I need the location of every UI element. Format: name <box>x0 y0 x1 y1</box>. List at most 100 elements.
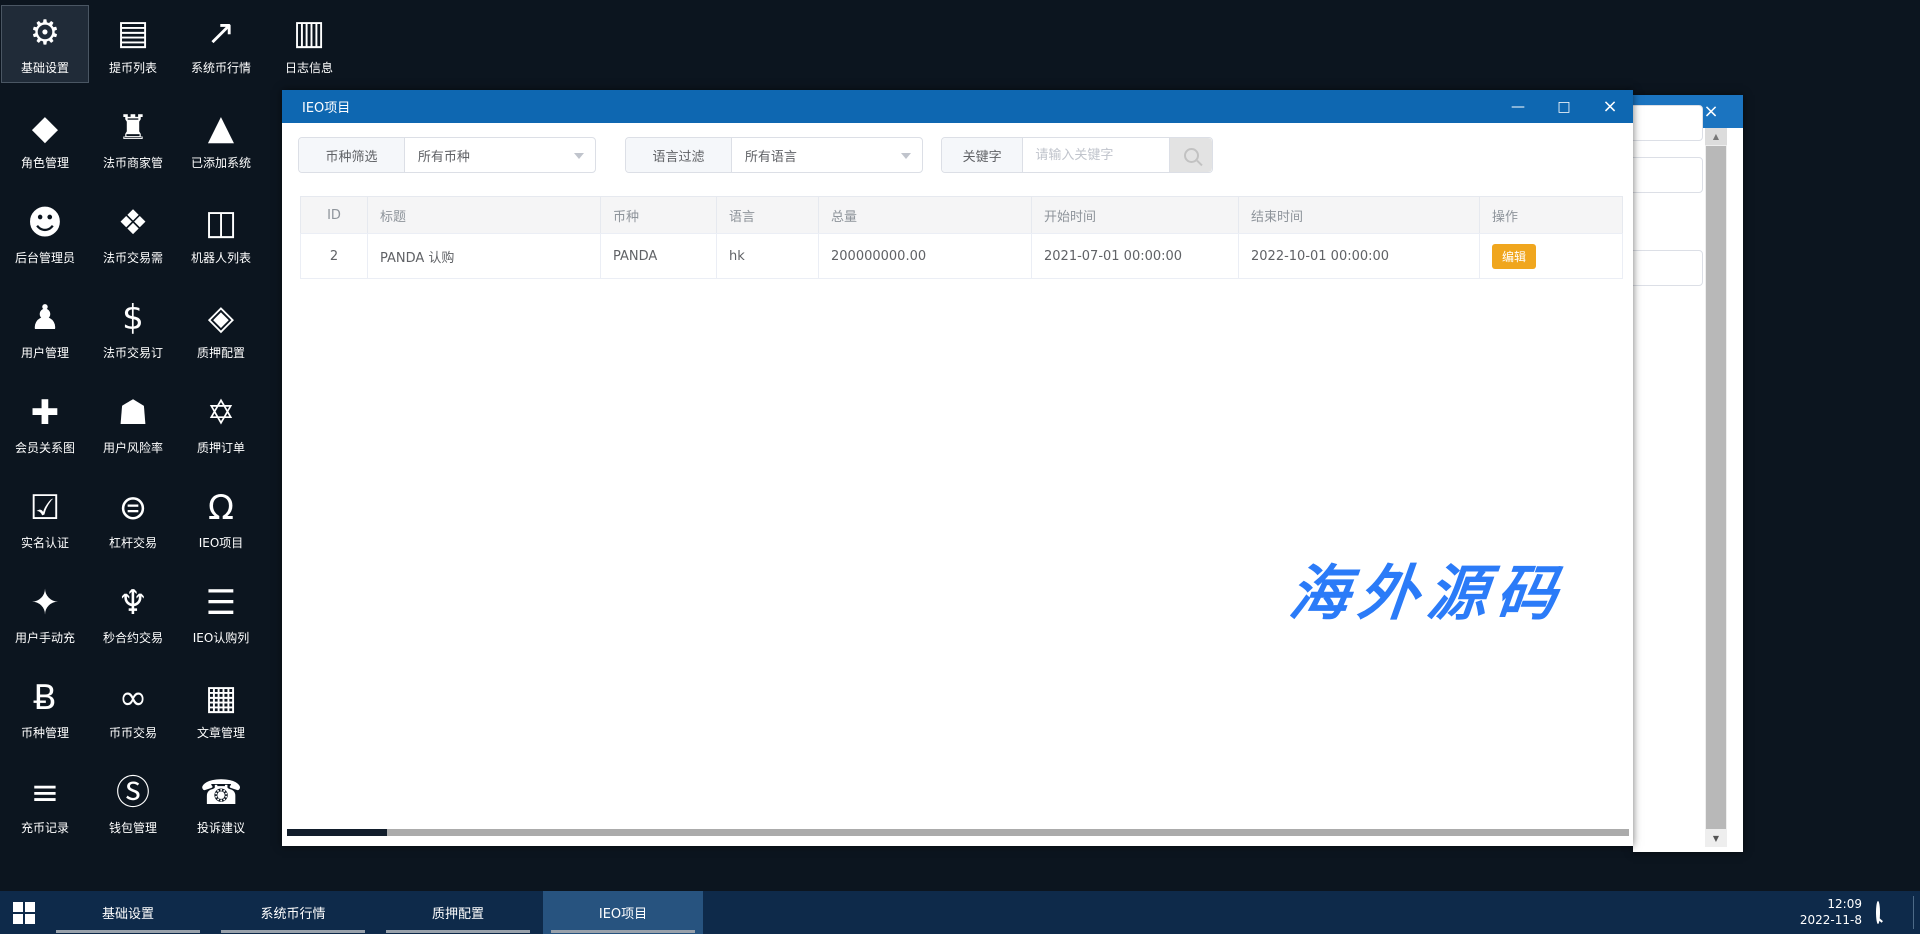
taskbar-item-基础设置[interactable]: 基础设置 <box>48 891 208 934</box>
cube-icon: ◈ <box>207 298 235 338</box>
bank-icon: ♜ <box>117 108 149 148</box>
desktop-icon-label: IEO项目 <box>198 536 244 550</box>
titlebar[interactable]: IEO项目 — □ × <box>282 90 1633 123</box>
desktop-icon-label: IEO认购列 <box>192 631 250 645</box>
table-cell: 2 <box>300 233 368 278</box>
column-header: 结束时间 <box>1239 196 1480 233</box>
table-cell: hk <box>717 233 819 278</box>
bg-form-field[interactable] <box>1625 105 1703 141</box>
filter-bar: 币种筛选 所有币种 语言过滤 所有语言 关键字 <box>298 137 1213 173</box>
minimize-button[interactable]: — <box>1495 90 1541 123</box>
desktop-icon-fiat-trade-demand[interactable]: ❖ 法币交易需 <box>90 196 176 272</box>
desktop-icon-pledge-config[interactable]: ◈ 质押配置 <box>178 291 264 367</box>
search-button[interactable] <box>1169 138 1212 172</box>
edit-button[interactable]: 编辑 <box>1492 243 1537 269</box>
table-row: 2 PANDA 认购 PANDA hk 200000000.00 2021-07-01 0… <box>300 233 1623 278</box>
dollar-icon: $ <box>122 298 144 338</box>
desktop-icon-admin-manager[interactable]: ☻ 后台管理员 <box>2 196 88 272</box>
taskbar-item-indicator <box>56 930 200 933</box>
desktop-icon-label: 杠杆交易 <box>108 536 157 550</box>
start-button[interactable] <box>0 891 48 934</box>
desktop-icon-log-info[interactable]: ▥ 日志信息 <box>266 6 352 82</box>
search-icon <box>1183 147 1199 163</box>
desktop-icon-basic-settings[interactable]: ⚙ 基础设置 <box>1 5 89 83</box>
user-circle-icon: ☻ <box>27 203 63 243</box>
desktop-icon-user-risk-rate[interactable]: ☗ 用户风险率 <box>90 386 176 462</box>
line-chart-icon: ↗ <box>206 13 236 53</box>
hscroll-dark-segment <box>287 829 387 836</box>
desktop-icon-leverage-trade[interactable]: ⊜ 杠杆交易 <box>90 481 176 557</box>
desktop-icon-pledge-order[interactable]: ✡ 质押订单 <box>178 386 264 462</box>
shield-icon: ☗ <box>117 393 149 433</box>
taskbar-item-label: 系统币行情 <box>260 907 326 922</box>
bank-card-icon: ▤ <box>116 13 150 53</box>
bg-form-field[interactable] <box>1625 250 1703 286</box>
ieo-project-window: IEO项目 — □ × 币种筛选 所有币种 语言过滤 所有语言 关键字 请输入关… <box>282 90 1633 846</box>
desktop-icon-complaint-suggestion[interactable]: ☎ 投诉建议 <box>178 766 264 842</box>
emblem-icon: ♆ <box>117 583 149 623</box>
desktop-icon-withdraw-list[interactable]: ▤ 提币列表 <box>90 6 176 82</box>
list-icon: ☰ <box>205 583 237 623</box>
desktop-icon-wallet-management[interactable]: Ⓢ 钱包管理 <box>90 766 176 842</box>
taskbar-item-indicator <box>551 930 695 933</box>
diamond-icon: ❖ <box>117 203 149 243</box>
language-filter-label: 语言过滤 <box>626 138 732 172</box>
horizontal-scrollbar[interactable] <box>282 828 1633 837</box>
desktop-icon-user-manual-recharge[interactable]: ✦ 用户手动充 <box>2 576 88 652</box>
clock-time: 12:09 <box>1827 897 1862 911</box>
desktop-icon-role-management[interactable]: ◆ 角色管理 <box>2 101 88 177</box>
mastercard-icon: ∞ <box>118 678 148 718</box>
scrollbar-thumb[interactable] <box>1706 146 1726 829</box>
hscroll-thumb[interactable] <box>387 829 1629 836</box>
column-header: 语言 <box>717 196 819 233</box>
clock-date: 2022-11-8 <box>1799 913 1862 927</box>
taskbar-item-系统币行情[interactable]: 系统币行情 <box>213 891 373 934</box>
taskbar-item-质押配置[interactable]: 质押配置 <box>378 891 538 934</box>
desktop-icon-label: 会员关系图 <box>14 441 75 455</box>
maximize-button[interactable]: □ <box>1541 90 1587 123</box>
desktop-icon-member-relation-graph[interactable]: ✚ 会员关系图 <box>2 386 88 462</box>
desktop-icon-fiat-merchant-management[interactable]: ♜ 法币商家管 <box>90 101 176 177</box>
desktop-icon-label: 文章管理 <box>196 726 245 740</box>
desktop-icon-label: 法币交易订 <box>102 346 163 360</box>
desktop-icon-recharge-record[interactable]: ≡ 充币记录 <box>2 766 88 842</box>
keyword-input[interactable] <box>1023 138 1170 172</box>
scroll-down-icon[interactable]: ▼ <box>1705 830 1727 847</box>
desktop-icon-second-contract-trade[interactable]: ♆ 秒合约交易 <box>90 576 176 652</box>
desktop-icon-label: 质押订单 <box>196 441 245 455</box>
desktop-icon-label: 充币记录 <box>20 821 69 835</box>
desktop-icon-article-management[interactable]: ▦ 文章管理 <box>178 671 264 747</box>
desktop-icon-robot-list[interactable]: ◫ 机器人列表 <box>178 196 264 272</box>
currency-filter-select[interactable]: 所有币种 <box>405 138 595 172</box>
close-button[interactable]: × <box>1587 90 1633 123</box>
show-desktop-separator[interactable] <box>1913 896 1914 929</box>
taskbar-item-label: 质押配置 <box>431 907 484 922</box>
desktop-icon-ieo-subscribe-list[interactable]: ☰ IEO认购列 <box>178 576 264 652</box>
desktop-icon-label: 提币列表 <box>108 61 157 75</box>
scroll-up-icon[interactable]: ▲ <box>1705 128 1727 145</box>
taskbar-item-IEO项目[interactable]: IEO项目 <box>543 891 703 934</box>
desktop-icon-coin-management[interactable]: Ƀ 币种管理 <box>2 671 88 747</box>
desktop-icon-system-coin-market[interactable]: ↗ 系统币行情 <box>178 6 264 82</box>
desktop-icon-realname-auth[interactable]: ☑ 实名认证 <box>2 481 88 557</box>
desktop-icon-added-system[interactable]: ▲ 已添加系统 <box>178 101 264 177</box>
bg-form-field[interactable] <box>1625 157 1703 193</box>
desktop-icon-fiat-trade-order[interactable]: $ 法币交易订 <box>90 291 176 367</box>
language-filter-group: 语言过滤 所有语言 <box>625 137 923 173</box>
taskbar-item-indicator <box>221 930 365 933</box>
taskbar-clock[interactable]: 12:09 2022-11-8 <box>1800 896 1862 928</box>
vertical-scrollbar[interactable]: ▲ ▼ <box>1705 128 1727 847</box>
newspaper-icon: ▦ <box>204 678 238 718</box>
desktop-icon-ieo-project[interactable]: Ω IEO项目 <box>178 481 264 557</box>
desktop-icon-label: 质押配置 <box>196 346 245 360</box>
language-filter-select[interactable]: 所有语言 <box>732 138 922 172</box>
unlock-icon: Ω <box>208 488 234 528</box>
keyword-search-group: 关键字 <box>941 137 1213 173</box>
desktop-icon-coin-trade[interactable]: ∞ 币币交易 <box>90 671 176 747</box>
chevron-down-icon <box>574 153 584 159</box>
skype-icon: Ⓢ <box>116 773 150 813</box>
desktop-icon-label: 法币交易需 <box>102 251 163 265</box>
desktop-icon-label: 用户管理 <box>20 346 69 360</box>
chat-button[interactable] <box>1876 901 1896 924</box>
desktop-icon-user-management[interactable]: ♟ 用户管理 <box>2 291 88 367</box>
